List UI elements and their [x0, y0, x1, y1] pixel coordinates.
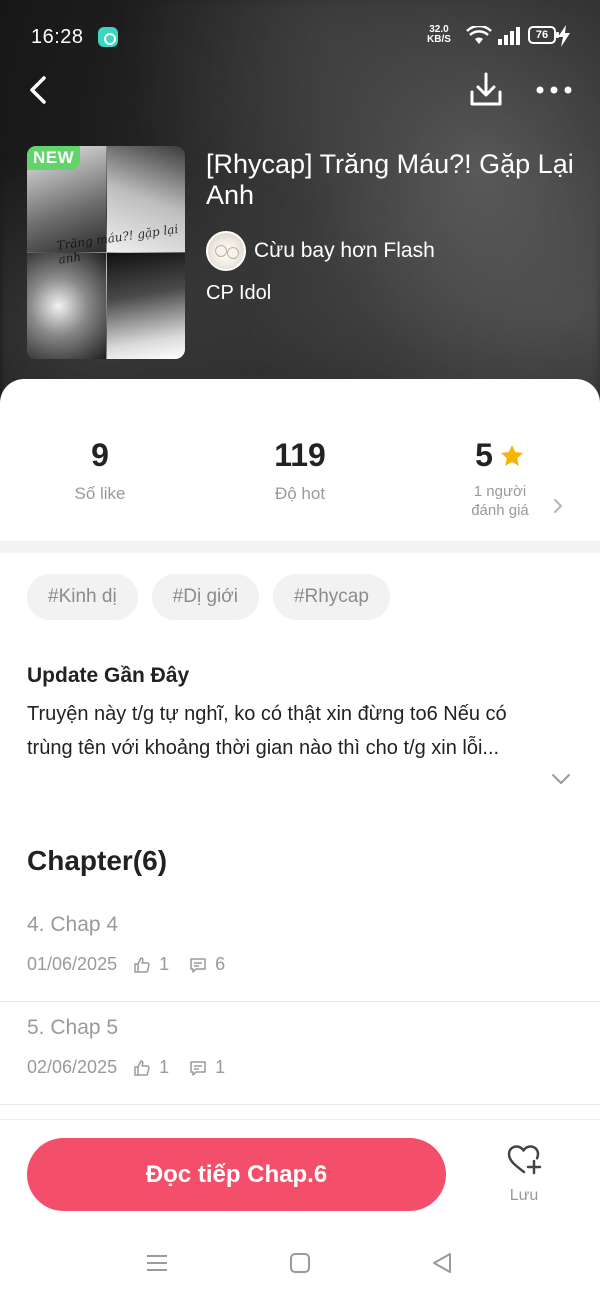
hot-count: 119 [274, 437, 326, 473]
thumbs-up-icon [134, 1059, 150, 1076]
update-title: Update Gần Đây [27, 664, 190, 687]
story-cover-image[interactable]: Trăng máu?! gặp lại anh [27, 146, 185, 359]
new-badge: NEW [27, 146, 81, 170]
home-icon[interactable] [288, 1251, 312, 1275]
rating-value: 5 [475, 437, 493, 473]
tag-rhycap[interactable]: #Rhycap [272, 574, 390, 620]
rating-label-line2: đánh giá [471, 502, 529, 519]
menu-icon[interactable] [145, 1251, 169, 1275]
hot-label: Độ hot [274, 484, 326, 503]
rating-value-row: 5 [475, 437, 525, 474]
hot-stat: 119 Độ hot [200, 437, 400, 504]
heart-plus-icon [507, 1145, 542, 1175]
continue-reading-button[interactable]: Đọc tiếp Chap.6 [27, 1138, 446, 1211]
chapter-comment-count: 1 [215, 1057, 226, 1077]
status-bar: 16:28 32.0 KB/S 76 [0, 0, 600, 74]
chevron-right-icon[interactable] [552, 498, 564, 514]
tag-kinh-di[interactable]: #Kinh dị [27, 574, 138, 620]
update-description: Truyện này t/g tự nghĩ, ko có thật xin đ… [27, 703, 507, 759]
app-notification-icon [98, 27, 118, 47]
chapter-meta: 01/06/2025 1 6 [27, 954, 245, 975]
chapter-comment-count: 6 [215, 954, 226, 974]
star-icon [500, 444, 523, 466]
chapter-item[interactable]: 4. Chap 4 01/06/2025 1 6 [0, 899, 600, 1002]
save-label: Lưu [509, 1187, 539, 1204]
chapter-item[interactable]: 5. Chap 5 02/06/2025 1 1 [0, 1002, 600, 1105]
likes-label: Số like [74, 484, 126, 503]
section-divider [0, 541, 600, 553]
system-navigation-bar [0, 1229, 600, 1300]
battery-level: 76 [535, 29, 549, 41]
author-link[interactable]: Cừu bay hơn Flash [206, 231, 435, 271]
chapter-name: 5. Chap 5 [27, 1016, 119, 1039]
nav-back-icon[interactable] [430, 1251, 454, 1275]
battery-icon: 76 [528, 26, 559, 44]
download-icon[interactable] [466, 70, 506, 110]
chevron-down-icon[interactable] [551, 772, 571, 786]
story-category[interactable]: CP Idol [206, 282, 271, 305]
thumbs-up-icon [134, 956, 150, 973]
chapter-like-count: 1 [159, 954, 170, 974]
signal-icon [498, 27, 520, 45]
likes-count: 9 [91, 437, 109, 473]
status-time: 16:28 [31, 26, 84, 48]
rating-label-line1: 1 người [473, 483, 527, 500]
rating-label: 1 người đánh giá [400, 482, 600, 520]
chapter-meta: 02/06/2025 1 1 [27, 1057, 245, 1078]
tag-di-gioi[interactable]: #Dị giới [151, 574, 259, 620]
chapter-date: 01/06/2025 [27, 954, 118, 974]
chapter-like-count: 1 [159, 1057, 170, 1077]
tag-list: #Kinh dị #Dị giới #Rhycap [27, 574, 390, 620]
cover-photo-4 [107, 253, 185, 359]
back-icon[interactable] [22, 70, 58, 110]
stats-row: 9 Số like 119 Độ hot 5 1 người đánh giá [0, 379, 600, 539]
network-speed: 32.0 KB/S [427, 25, 451, 45]
more-icon[interactable] [532, 74, 576, 106]
comment-icon [190, 957, 206, 973]
rating-stat[interactable]: 5 1 người đánh giá [400, 437, 600, 520]
author-avatar [206, 231, 246, 271]
save-button[interactable]: Lưu [497, 1144, 551, 1205]
network-speed-unit: KB/S [427, 34, 451, 45]
story-title: [Rhycap] Trăng Máu?! Gặp Lại Anh [206, 149, 574, 210]
cover-photo-3 [27, 253, 106, 359]
charging-icon [558, 25, 570, 47]
chapters-header: Chapter(6) [27, 845, 168, 876]
wifi-icon [466, 26, 492, 44]
chapter-name: 4. Chap 4 [27, 913, 119, 936]
likes-stat: 9 Số like [0, 437, 200, 504]
chapter-divider [0, 1104, 600, 1105]
chapter-date: 02/06/2025 [27, 1057, 118, 1077]
author-name: Cừu bay hơn Flash [254, 239, 435, 262]
comment-icon [190, 1060, 206, 1076]
bottom-action-bar: Đọc tiếp Chap.6 Lưu [0, 1119, 600, 1229]
